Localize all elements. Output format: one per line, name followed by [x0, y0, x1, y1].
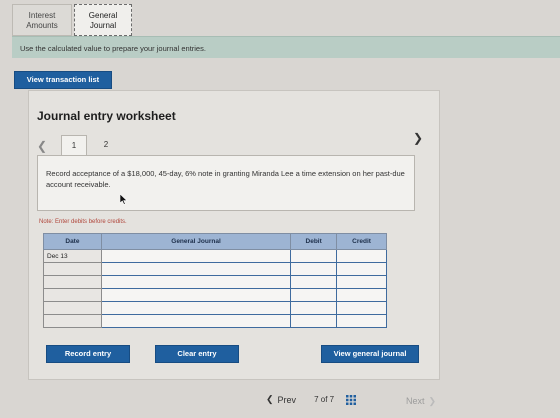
step-tab-1[interactable]: 1 — [61, 135, 87, 155]
credit-cell[interactable] — [336, 262, 387, 276]
mouse-pointer-icon — [120, 194, 128, 205]
credit-cell[interactable] — [336, 275, 387, 289]
instruction-banner: Use the calculated value to prepare your… — [12, 36, 560, 58]
column-header-credit: Credit — [336, 233, 387, 250]
account-cell[interactable] — [100, 262, 292, 276]
credit-cell[interactable] — [336, 288, 387, 302]
pagination: ❮ Prev 7 of 7 — [266, 394, 357, 405]
tab-label-line1: General — [88, 11, 118, 20]
date-cell[interactable] — [43, 275, 102, 289]
date-cell[interactable] — [43, 301, 102, 315]
step-tab-2[interactable]: 2 — [93, 135, 119, 155]
view-general-journal-button[interactable]: View general journal — [321, 345, 419, 363]
account-cell[interactable] — [100, 249, 292, 263]
tab-label-line1: Interest — [28, 11, 56, 20]
table-row — [43, 288, 387, 302]
credit-cell[interactable] — [336, 249, 387, 263]
table-row — [43, 275, 387, 289]
view-transaction-list-button[interactable]: View transaction list — [14, 71, 112, 89]
debit-credit-note: Note: Enter debits before credits. — [39, 219, 127, 225]
date-cell[interactable] — [43, 288, 102, 302]
current-page: 7 — [314, 395, 319, 404]
top-tabs: Interest Amounts General Journal — [12, 4, 132, 36]
prev-label: Prev — [277, 394, 297, 405]
page-of: of — [320, 395, 328, 404]
clear-entry-button[interactable]: Clear entry — [155, 345, 239, 363]
debit-cell[interactable] — [290, 262, 338, 276]
journal-table: Date General Journal Debit Credit Dec 13 — [43, 233, 387, 328]
prev-button[interactable]: ❮ Prev — [266, 394, 296, 405]
tab-interest-amounts[interactable]: Interest Amounts — [12, 4, 72, 36]
account-cell[interactable] — [100, 288, 292, 302]
grid-icon[interactable] — [346, 394, 357, 405]
credit-cell[interactable] — [336, 301, 387, 315]
account-cell[interactable] — [100, 275, 292, 289]
chevron-right-icon[interactable]: ❯ — [413, 131, 423, 145]
date-cell[interactable]: Dec 13 — [43, 249, 102, 263]
chevron-left-icon[interactable]: ❮ — [37, 139, 47, 153]
debit-cell[interactable] — [290, 314, 338, 328]
debit-cell[interactable] — [290, 301, 338, 315]
transaction-description: Record acceptance of a $18,000, 45-day, … — [37, 155, 415, 211]
journal-worksheet-panel: Journal entry worksheet ❮ 1 2 ❯ Record a… — [28, 90, 440, 380]
account-cell[interactable] — [100, 314, 292, 328]
table-row — [43, 314, 387, 328]
page-counter: 7 of 7 — [314, 395, 334, 404]
tab-label-line2: Amounts — [26, 21, 58, 30]
tab-general-journal[interactable]: General Journal — [74, 4, 132, 36]
column-header-general-journal: General Journal — [100, 233, 292, 250]
table-row — [43, 262, 387, 276]
date-cell[interactable] — [43, 314, 102, 328]
worksheet-title: Journal entry worksheet — [37, 109, 176, 123]
chevron-right-icon: ❯ — [428, 396, 437, 406]
next-button[interactable]: Next ❯ — [406, 396, 436, 407]
column-header-debit: Debit — [290, 233, 338, 250]
tab-label-line2: Journal — [89, 21, 117, 30]
table-row: Dec 13 — [43, 249, 387, 263]
debit-cell[interactable] — [290, 249, 338, 263]
credit-cell[interactable] — [336, 314, 387, 328]
column-header-date: Date — [43, 233, 102, 250]
total-pages: 7 — [329, 395, 335, 404]
debit-cell[interactable] — [290, 275, 338, 289]
date-cell[interactable] — [43, 262, 102, 276]
record-entry-button[interactable]: Record entry — [46, 345, 130, 363]
account-cell[interactable] — [100, 301, 292, 315]
table-row — [43, 301, 387, 315]
chevron-left-icon: ❮ — [266, 394, 274, 404]
next-label: Next — [406, 396, 425, 406]
debit-cell[interactable] — [290, 288, 338, 302]
